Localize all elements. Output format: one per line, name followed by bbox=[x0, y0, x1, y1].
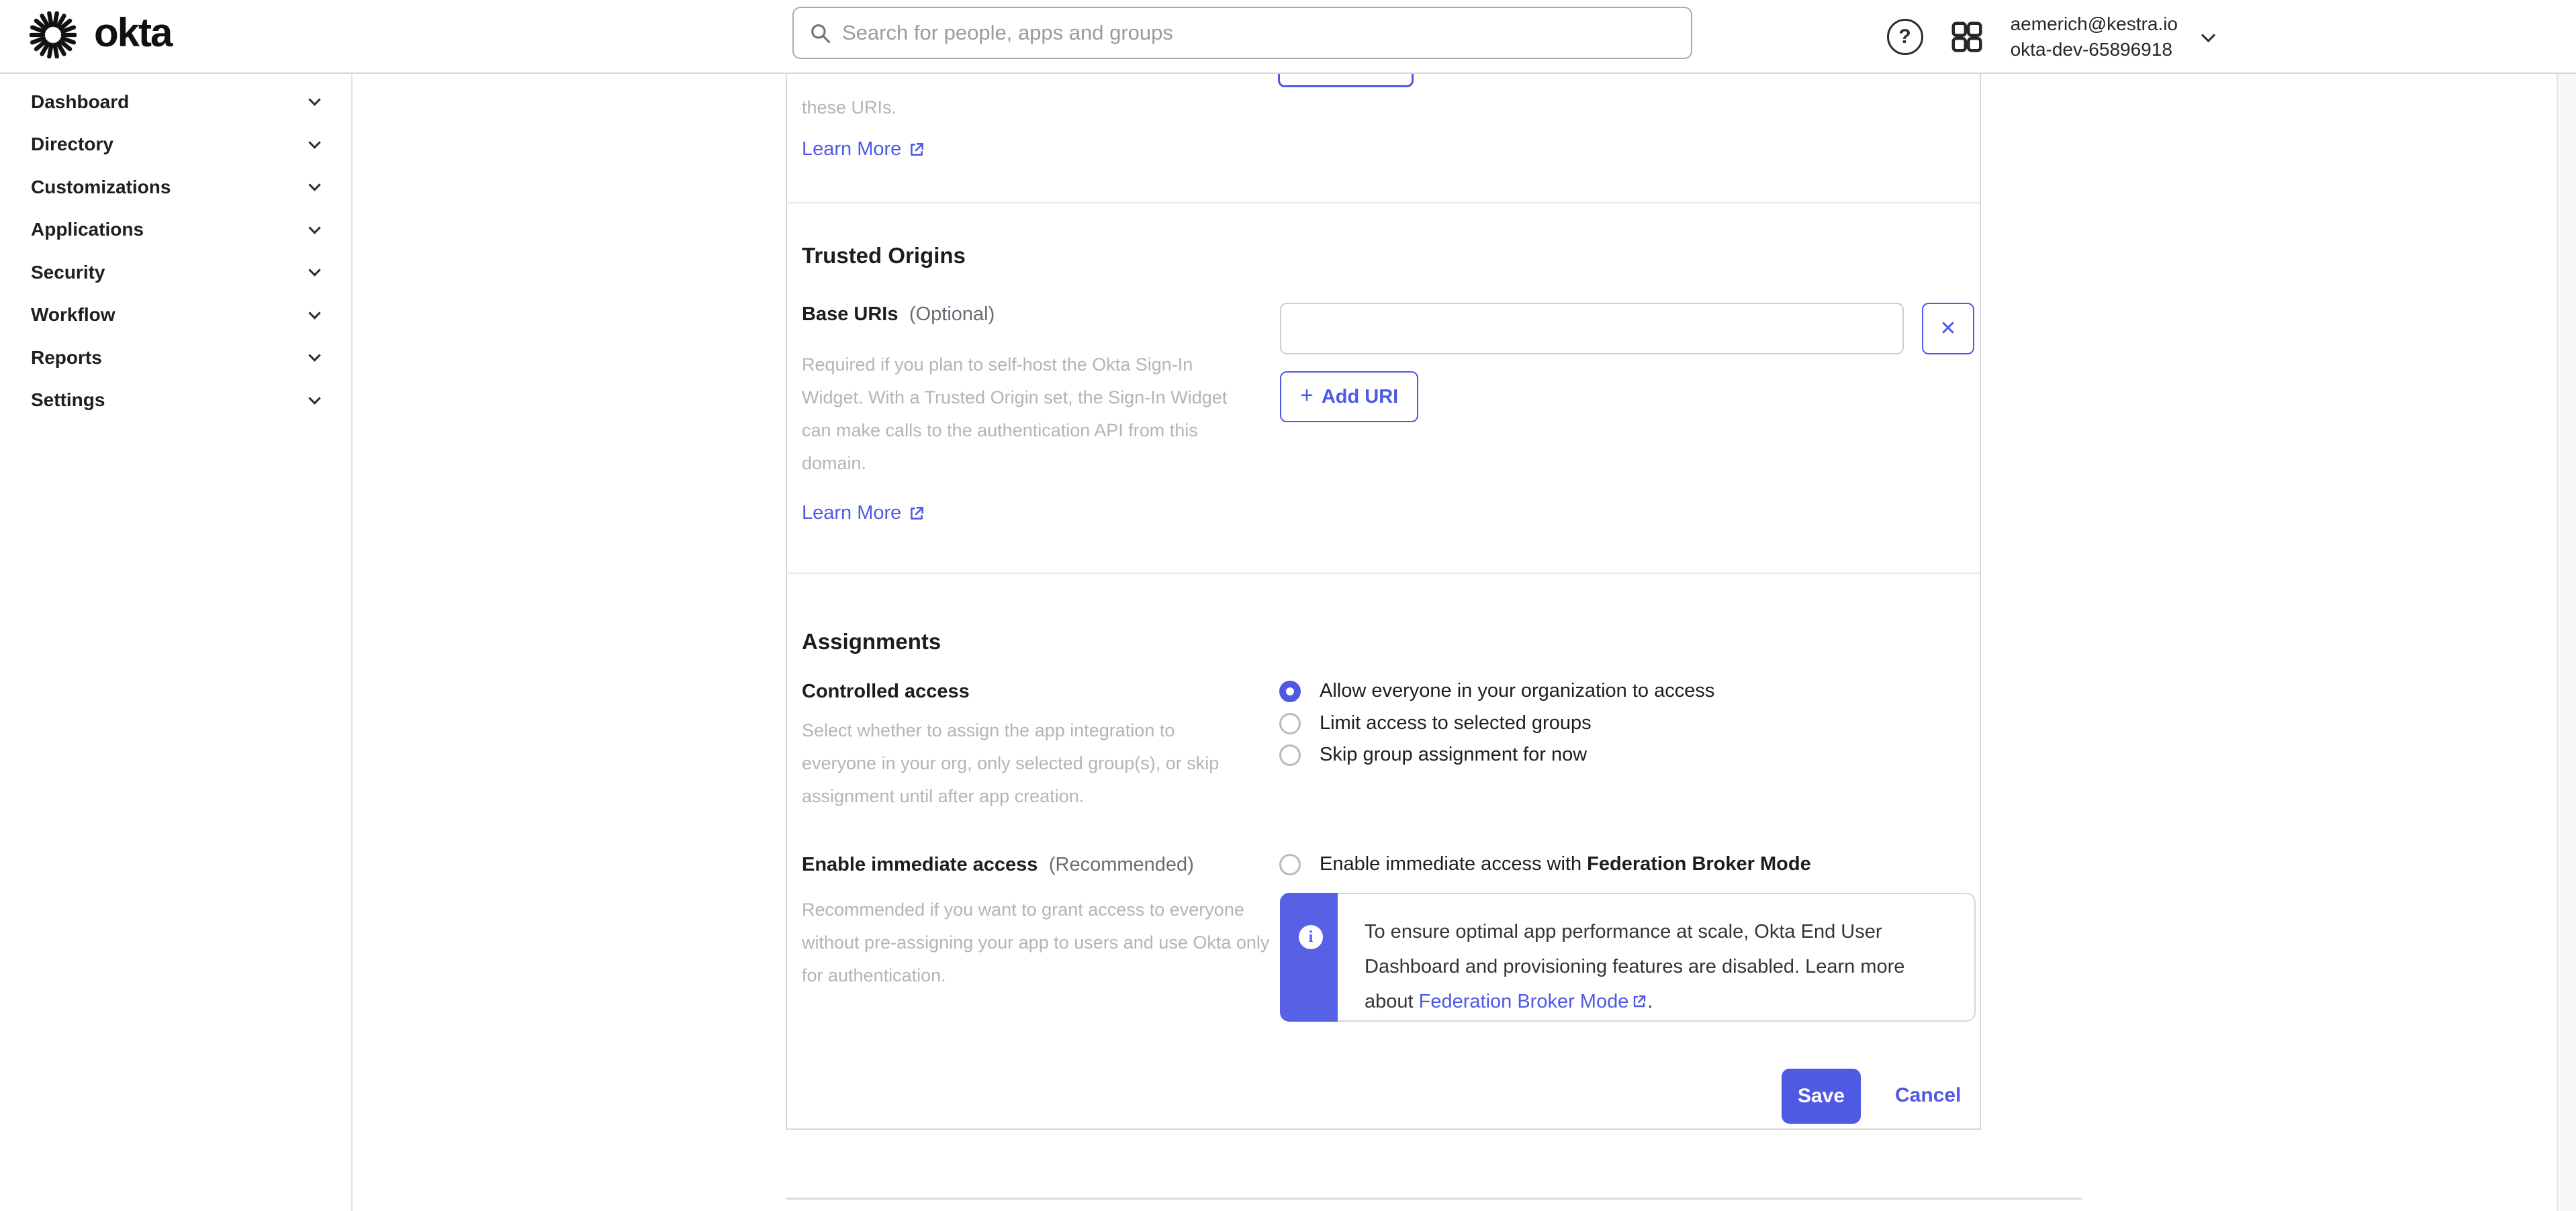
radio-allow-everyone[interactable]: Allow everyone in your organization to a… bbox=[1279, 680, 1714, 702]
search-icon bbox=[809, 21, 831, 44]
federation-broker-mode-link[interactable]: Federation Broker Mode bbox=[1419, 984, 1648, 1019]
account-org: okta-dev-65896918 bbox=[2011, 37, 2178, 62]
section-divider bbox=[787, 202, 1980, 203]
help-icon[interactable]: ? bbox=[1887, 19, 1923, 55]
radio-unselected-icon bbox=[1279, 744, 1301, 766]
enable-immediate-label-row: Enable immediate access (Recommended) bbox=[802, 854, 1194, 876]
add-uri-button[interactable]: + Add URI bbox=[1280, 371, 1418, 422]
radio-selected-icon bbox=[1279, 681, 1301, 702]
info-callout-text: To ensure optimal app performance at sca… bbox=[1365, 914, 1949, 1019]
controlled-access-label: Controlled access bbox=[802, 681, 970, 703]
chevron-down-icon bbox=[308, 222, 320, 234]
account-chevron-down-icon[interactable] bbox=[2201, 28, 2215, 42]
sidebar-item-directory[interactable]: Directory bbox=[0, 124, 351, 166]
chevron-down-icon bbox=[308, 307, 320, 319]
okta-admin-page: okta ? aemerich@kestra.io okta-dev-65896… bbox=[0, 0, 2576, 1211]
sidebar-item-security[interactable]: Security bbox=[0, 251, 351, 294]
controlled-access-help-text: Select whether to assign the app integra… bbox=[802, 714, 1238, 813]
base-uri-input[interactable] bbox=[1280, 303, 1904, 354]
trusted-origins-title: Trusted Origins bbox=[802, 243, 966, 269]
chevron-down-icon bbox=[308, 94, 320, 106]
enable-immediate-help-text: Recommended if you want to grant access … bbox=[802, 893, 1279, 992]
sidebar-nav: Dashboard Directory Customizations Appli… bbox=[0, 74, 353, 1211]
federation-broker-info-callout: i To ensure optimal app performance at s… bbox=[1280, 893, 1976, 1022]
remove-uri-button[interactable]: ✕ bbox=[1922, 303, 1974, 354]
sidebar-item-applications[interactable]: Applications bbox=[0, 209, 351, 252]
radio-unselected-icon bbox=[1279, 854, 1301, 875]
chevron-down-icon bbox=[308, 179, 320, 191]
header-right-cluster: ? aemerich@kestra.io okta-dev-65896918 bbox=[1887, 0, 2213, 74]
apps-grid-icon[interactable] bbox=[1949, 19, 1985, 55]
external-link-icon bbox=[908, 141, 925, 158]
sidebar-item-dashboard[interactable]: Dashboard bbox=[0, 81, 351, 124]
info-callout-stripe bbox=[1280, 893, 1338, 1022]
external-link-icon bbox=[1631, 994, 1647, 1010]
chevron-down-icon bbox=[308, 392, 320, 404]
enable-immediate-access-label: Enable immediate access bbox=[802, 854, 1038, 875]
account-email: aemerich@kestra.io bbox=[2011, 11, 2178, 37]
chevron-down-icon bbox=[308, 264, 320, 277]
page-bottom-divider bbox=[786, 1198, 2082, 1200]
previous-section-trailing-text: these URIs. bbox=[802, 91, 896, 124]
sidebar-item-workflow[interactable]: Workflow bbox=[0, 294, 351, 337]
radio-unselected-icon bbox=[1279, 713, 1301, 734]
okta-sunburst-icon bbox=[30, 11, 77, 58]
sidebar-item-customizations[interactable]: Customizations bbox=[0, 166, 351, 209]
chevron-down-icon bbox=[308, 350, 320, 362]
save-button[interactable]: Save bbox=[1782, 1069, 1861, 1124]
base-uris-label: Base URIs bbox=[802, 303, 898, 325]
recommended-label: (Recommended) bbox=[1049, 854, 1194, 875]
close-icon: ✕ bbox=[1939, 317, 1956, 340]
okta-logo[interactable]: okta bbox=[30, 9, 171, 60]
top-header: okta ? aemerich@kestra.io okta-dev-65896… bbox=[0, 0, 2576, 74]
base-uris-optional-label: (Optional) bbox=[909, 303, 995, 325]
sidebar-item-reports[interactable]: Reports bbox=[0, 336, 351, 379]
radio-limit-access[interactable]: Limit access to selected groups bbox=[1279, 712, 1592, 734]
learn-more-link-trusted-origins[interactable]: Learn More bbox=[802, 502, 925, 524]
external-link-icon bbox=[908, 505, 925, 522]
account-info[interactable]: aemerich@kestra.io okta-dev-65896918 bbox=[2011, 11, 2178, 62]
base-uris-help-text: Required if you plan to self-host the Ok… bbox=[802, 348, 1248, 480]
federation-broker-mode-bold: Federation Broker Mode bbox=[1587, 853, 1811, 875]
learn-more-link-redirect[interactable]: Learn More bbox=[802, 138, 925, 160]
info-icon: i bbox=[1299, 925, 1323, 949]
radio-federation-broker-mode[interactable]: Enable immediate access with Federation … bbox=[1279, 853, 1811, 875]
okta-wordmark: okta bbox=[94, 9, 171, 60]
assignments-title: Assignments bbox=[802, 629, 941, 655]
search-input[interactable] bbox=[842, 21, 1676, 45]
chevron-down-icon bbox=[308, 136, 320, 148]
vertical-scrollbar[interactable] bbox=[2557, 74, 2576, 1211]
plus-icon: + bbox=[1300, 383, 1314, 409]
global-search[interactable] bbox=[792, 7, 1692, 59]
radio-skip-assignment[interactable]: Skip group assignment for now bbox=[1279, 744, 1587, 766]
base-uris-label-row: Base URIs (Optional) bbox=[802, 303, 995, 326]
sidebar-item-settings[interactable]: Settings bbox=[0, 379, 351, 422]
cancel-button[interactable]: Cancel bbox=[1895, 1084, 1961, 1107]
section-divider bbox=[787, 573, 1980, 574]
